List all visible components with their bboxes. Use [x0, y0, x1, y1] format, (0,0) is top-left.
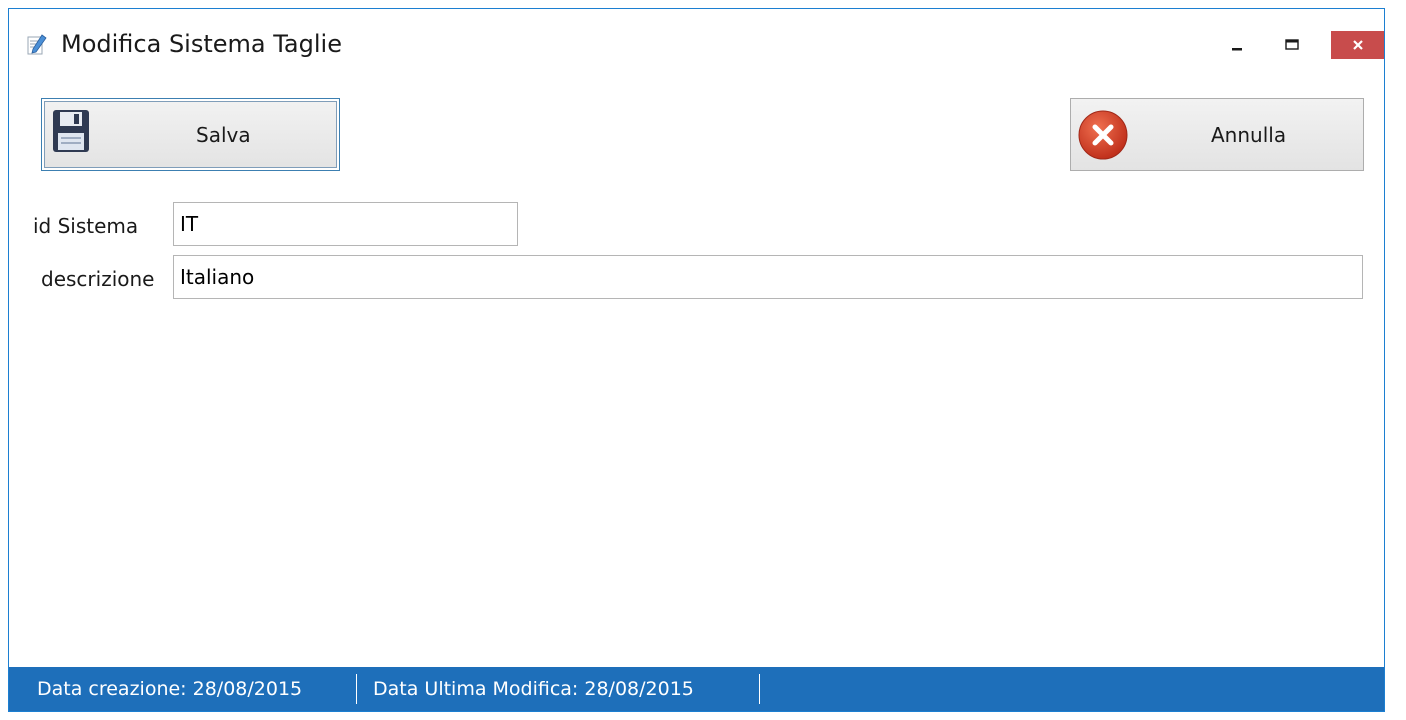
save-button-label: Salva: [196, 123, 251, 147]
status-bar: Data creazione: 28/08/2015 Data Ultima M…: [9, 667, 1384, 711]
descrizione-input[interactable]: [173, 255, 1363, 299]
cancel-button[interactable]: Annulla: [1070, 98, 1364, 171]
maximize-icon: [1285, 39, 1299, 50]
status-created: Data creazione: 28/08/2015: [37, 678, 303, 700]
window-title: Modifica Sistema Taglie: [61, 30, 342, 58]
status-separator: [356, 674, 357, 704]
dialog-window: Modifica Sistema Taglie Salva Annulla id…: [8, 8, 1385, 712]
close-icon: [1353, 40, 1363, 50]
status-separator: [759, 674, 760, 704]
save-button[interactable]: Salva: [41, 98, 340, 171]
cancel-circle-icon: [1077, 109, 1129, 165]
cancel-button-label: Annulla: [1211, 123, 1287, 147]
id-sistema-label: id Sistema: [33, 214, 139, 238]
minimize-icon: [1232, 48, 1242, 51]
minimize-button[interactable]: [1219, 31, 1255, 59]
status-modified: Data Ultima Modifica: 28/08/2015: [373, 678, 694, 700]
close-button[interactable]: [1331, 31, 1384, 59]
maximize-button[interactable]: [1274, 31, 1310, 59]
id-sistema-input[interactable]: [173, 202, 518, 246]
title-bar[interactable]: Modifica Sistema Taglie: [9, 9, 1384, 79]
descrizione-label: descrizione: [41, 267, 155, 291]
floppy-disk-icon: [52, 109, 90, 157]
edit-document-icon: [25, 33, 49, 57]
